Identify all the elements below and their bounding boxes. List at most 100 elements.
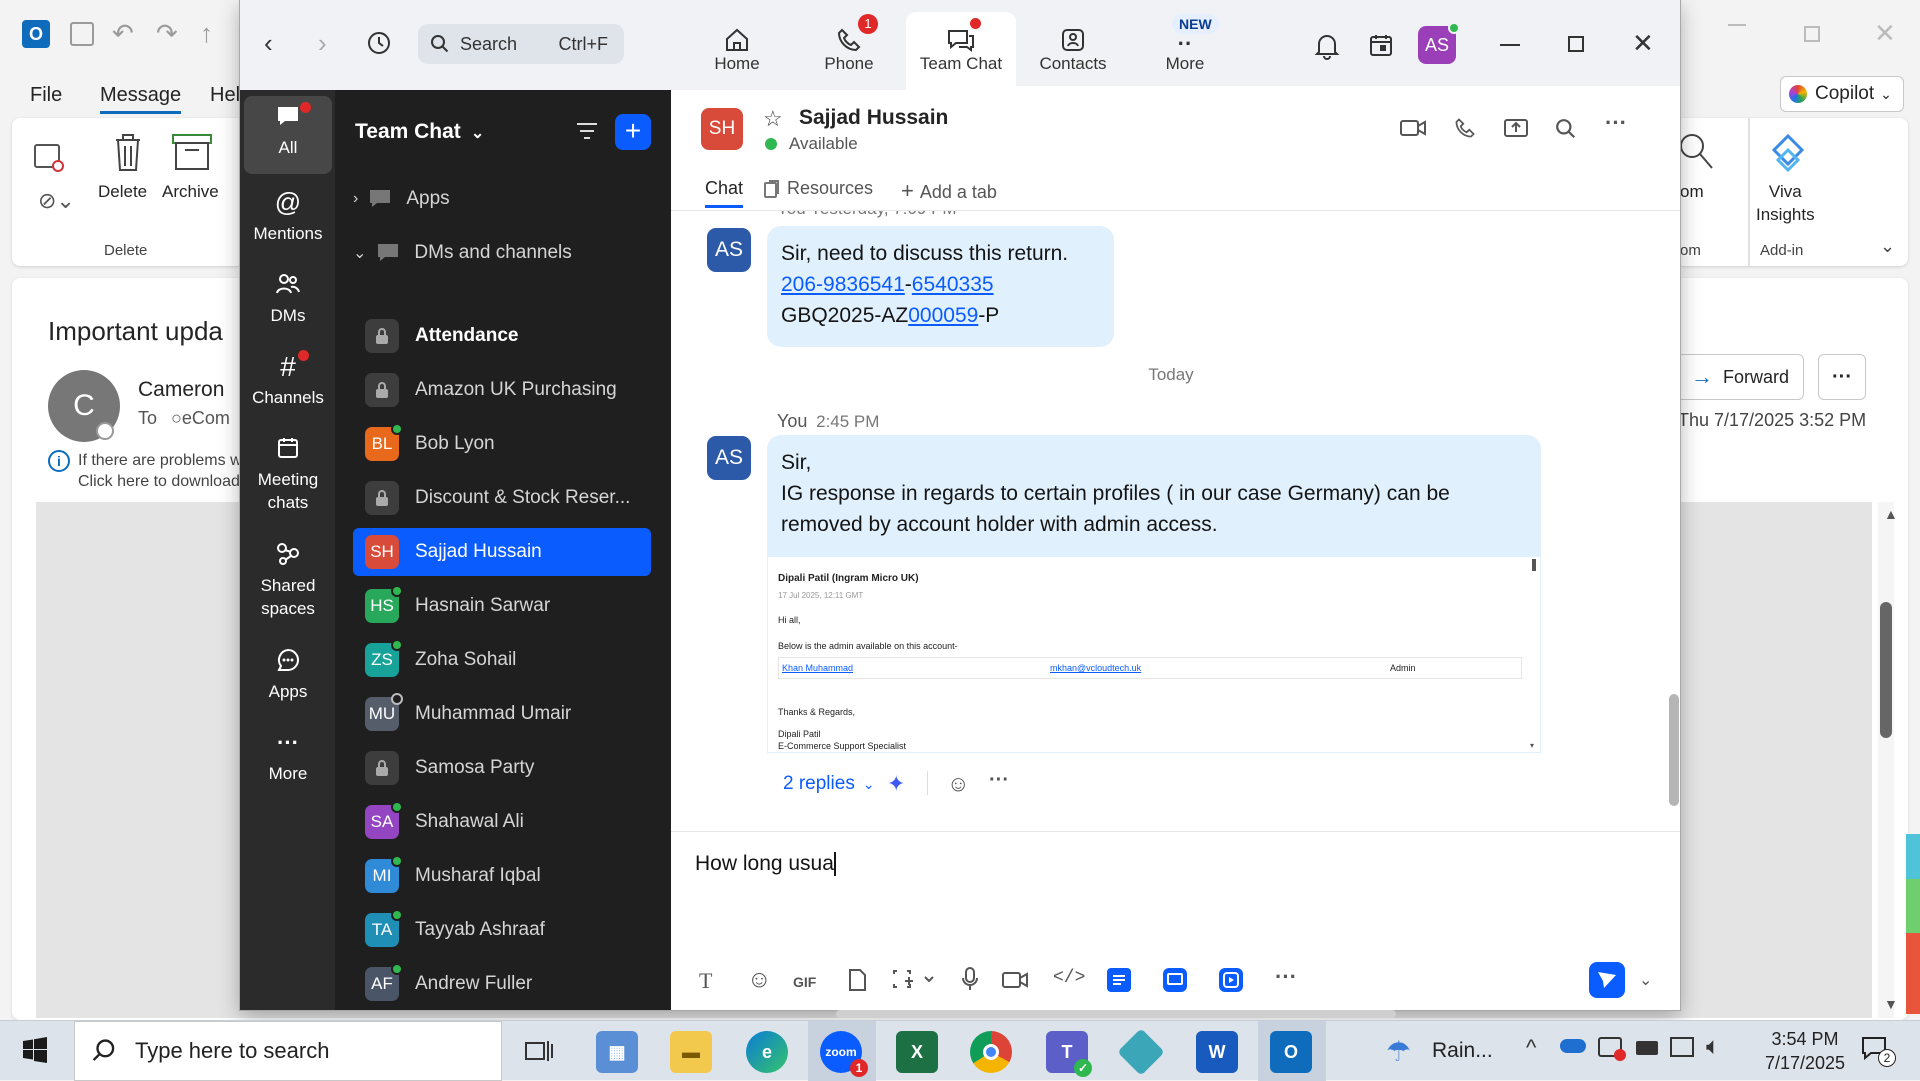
nav-home[interactable]: Home — [682, 12, 792, 90]
tray-app-icon[interactable] — [1598, 1037, 1626, 1061]
rail-apps[interactable]: Apps — [244, 640, 332, 703]
channel-item[interactable]: AF Andrew Fuller — [353, 960, 651, 1008]
history-icon[interactable] — [366, 30, 392, 56]
tab-chat[interactable]: Chat — [705, 178, 744, 208]
mail-scrollbar[interactable] — [1878, 502, 1894, 1018]
minimize-icon[interactable] — [1500, 44, 1520, 46]
file-explorer-icon[interactable]: ▬ — [670, 1031, 712, 1073]
onedrive-icon[interactable] — [1560, 1039, 1586, 1053]
channel-item[interactable]: SA Shahawal Ali — [353, 798, 651, 846]
back-arrow-icon[interactable]: ‹ — [264, 28, 273, 59]
send-options-icon[interactable]: ⌄ — [1639, 970, 1652, 990]
ignore-icon[interactable] — [34, 144, 64, 172]
chat-search-icon[interactable] — [1555, 118, 1577, 140]
nav-team-chat[interactable]: Team Chat — [906, 12, 1016, 90]
msg2-avatar[interactable]: AS — [707, 436, 751, 480]
msg2-bubble[interactable]: Sir, IG response in regards to certain p… — [767, 435, 1541, 557]
outlook-minimize-icon[interactable] — [1728, 24, 1746, 26]
forward-arrow-icon[interactable]: › — [318, 28, 327, 59]
rail-mentions[interactable]: @ Mentions — [244, 182, 332, 245]
word-icon[interactable]: W — [1196, 1031, 1238, 1073]
channel-item[interactable]: Amazon UK Purchasing — [353, 366, 651, 414]
channel-item[interactable]: SH Sajjad Hussain — [353, 528, 651, 576]
clock[interactable]: 3:54 PM 7/17/2025 — [1750, 1027, 1860, 1075]
share-screen-icon[interactable] — [1503, 118, 1529, 140]
gif-icon[interactable]: GIF — [791, 972, 818, 992]
contact-name[interactable]: Sajjad Hussain — [799, 106, 948, 130]
chat-scrollbar[interactable] — [1669, 214, 1679, 834]
channel-item[interactable]: MI Musharaf Iqbal — [353, 852, 651, 900]
microphone-icon[interactable] — [961, 966, 979, 992]
replies-link[interactable]: 2 replies ⌄ — [783, 773, 875, 795]
video-message-icon[interactable] — [1001, 970, 1029, 990]
msg1-link-3[interactable]: 000059 — [908, 304, 978, 327]
tab-resources[interactable]: Resources — [763, 178, 873, 199]
msg1-link-2[interactable]: 6540335 — [912, 273, 994, 296]
info-line2[interactable]: Click here to download — [78, 471, 242, 492]
delete-icon[interactable] — [108, 130, 148, 174]
rail-all[interactable]: All — [244, 96, 332, 174]
channel-item[interactable]: HS Hasnain Sarwar — [353, 582, 651, 630]
add-reaction-icon[interactable]: ☺ — [947, 771, 969, 797]
more-actions-button[interactable]: ··· — [1818, 354, 1866, 400]
task-view-icon[interactable] — [524, 1037, 554, 1065]
zoom-button-label[interactable]: om — [1680, 180, 1704, 203]
send-button[interactable] — [1589, 962, 1625, 998]
calculator-icon[interactable]: ▦ — [596, 1031, 638, 1073]
to-value[interactable]: eCom — [182, 408, 230, 428]
whiteboard-icon[interactable] — [1163, 968, 1187, 992]
horizontal-scrollbar[interactable] — [836, 1010, 1396, 1018]
emoji-icon[interactable]: ☺ — [747, 966, 772, 994]
viva-insights-label[interactable]: Viva Insights — [1756, 180, 1815, 226]
undo-icon[interactable]: ↶ — [112, 18, 134, 49]
contact-avatar[interactable]: SH — [701, 108, 743, 150]
rail-dms[interactable]: DMs — [244, 264, 332, 327]
copilot-button[interactable]: Copilot ⌄ — [1780, 76, 1904, 112]
tab-add[interactable]: + Add a tab — [901, 178, 997, 204]
channel-item[interactable]: Samosa Party — [353, 744, 651, 792]
clips-icon[interactable] — [1219, 968, 1243, 992]
outlook-restore-icon[interactable] — [1804, 26, 1820, 42]
weather-icon[interactable]: ☂ — [1386, 1035, 1411, 1068]
rail-meeting-chats[interactable]: Meeting chats — [244, 428, 332, 514]
archive-button-label[interactable]: Archive — [162, 180, 219, 203]
weather-text[interactable]: Rain... — [1432, 1039, 1493, 1063]
format-text-icon[interactable]: T — [699, 968, 712, 994]
audio-call-icon[interactable] — [1453, 116, 1477, 140]
tab-file[interactable]: File — [30, 84, 62, 107]
nav-phone[interactable]: 1 Phone — [794, 12, 904, 90]
channel-item[interactable]: Attendance — [353, 312, 651, 360]
taskbar-search[interactable]: Type here to search — [74, 1021, 502, 1081]
msg1-bubble[interactable]: Sir, need to discuss this return. 206-98… — [767, 226, 1114, 347]
block-icon[interactable]: ⊘⌄ — [38, 188, 75, 214]
compose-input[interactable]: How long usua — [695, 842, 1645, 886]
ai-sparkle-icon[interactable]: ✦ — [887, 771, 905, 797]
tray-chevron-icon[interactable]: ^ — [1526, 1035, 1536, 1061]
file-icon[interactable] — [847, 968, 867, 992]
rail-channels[interactable]: # Channels — [244, 346, 332, 409]
network-icon[interactable] — [1670, 1037, 1694, 1057]
battery-icon[interactable] — [1636, 1041, 1658, 1055]
channel-item[interactable]: ZS Zoha Sohail — [353, 636, 651, 684]
chat-more-icon[interactable]: ··· — [1605, 110, 1627, 136]
sender-name[interactable]: Cameron — [138, 378, 224, 402]
zoom-magnifier-icon[interactable] — [1680, 132, 1716, 172]
rail-shared-spaces[interactable]: Shared spaces — [244, 534, 332, 620]
msg1-link-1[interactable]: 206-9836541 — [781, 273, 905, 296]
teams-icon[interactable]: T ✓ — [1046, 1031, 1092, 1077]
star-icon[interactable]: ☆ — [763, 106, 783, 132]
code-icon[interactable]: </> — [1053, 968, 1085, 988]
nav-contacts[interactable]: Contacts — [1018, 12, 1128, 90]
redo-icon[interactable]: ↷ — [156, 18, 178, 49]
diamond-app-icon[interactable] — [1117, 1028, 1165, 1076]
viva-insights-icon[interactable] — [1766, 130, 1810, 174]
docs-icon[interactable] — [1107, 968, 1131, 992]
chrome-icon[interactable] — [970, 1031, 1012, 1073]
outlook-taskbar-icon[interactable]: O — [1270, 1031, 1312, 1073]
outlook-close-icon[interactable]: ✕ — [1874, 18, 1896, 49]
screenshot-icon[interactable] — [891, 968, 935, 992]
channel-item[interactable]: Discount & Stock Reser... — [353, 474, 651, 522]
msg-more-icon[interactable]: ··· — [989, 769, 1009, 792]
msg1-avatar[interactable]: AS — [707, 228, 751, 272]
sidebar-title[interactable]: Team Chat ⌄ — [355, 120, 484, 144]
